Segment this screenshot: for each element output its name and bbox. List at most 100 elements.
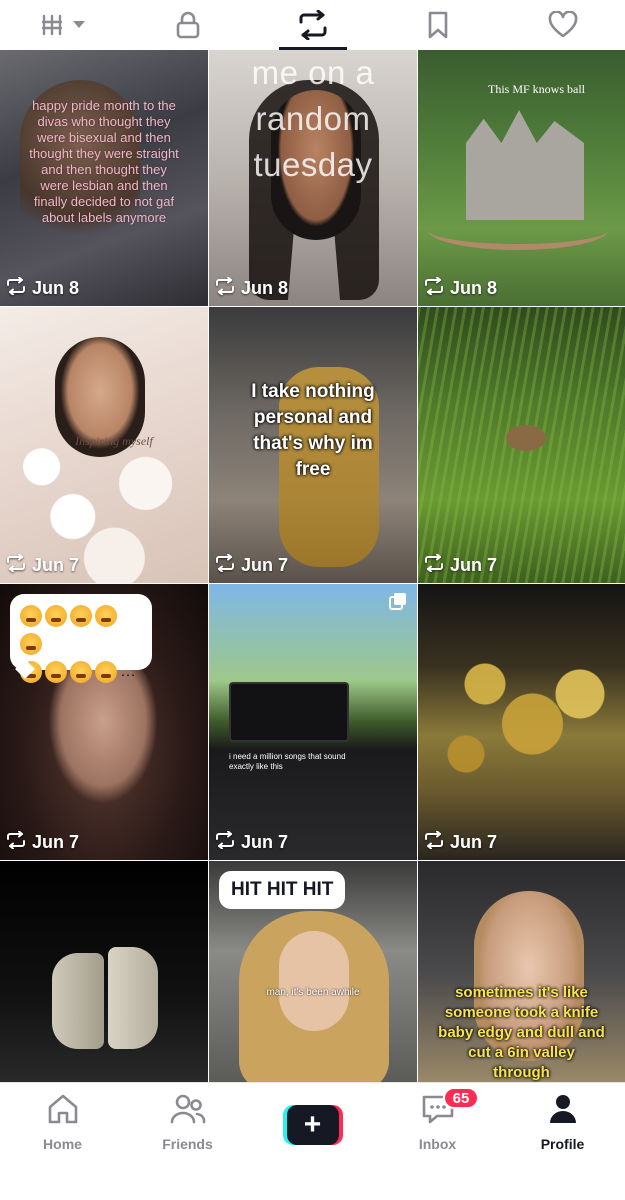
tired-face-emoji-icon [20,604,42,627]
comment-bubble: … [10,594,152,683]
video-meta: Jun 8 [424,276,498,300]
lock-icon [176,11,200,39]
nav-profile[interactable]: Profile [500,1083,625,1200]
video-tile[interactable]: Inspiring myself Jun 7 [0,307,208,583]
video-grid: happy pride month to the divas who thoug… [0,50,625,1082]
inbox-badge: 65 [443,1087,479,1109]
video-thumbnail: Inspiring myself [0,307,208,583]
nav-friends-label: Friends [162,1136,213,1152]
video-tile[interactable]: me on a random tuesday Jun 8 [209,50,417,306]
nav-profile-label: Profile [540,1136,585,1152]
bookmark-icon [427,11,449,39]
video-date: Jun 7 [32,832,80,852]
repost-icon [215,830,235,854]
video-tile[interactable]: Jun 7 [418,584,625,860]
repost-icon [6,830,26,854]
video-meta: Jun 8 [215,276,289,300]
tab-private[interactable] [125,0,250,50]
video-caption: This MF knows ball [487,82,585,96]
tab-reposts[interactable] [250,0,375,50]
grid-icon [41,14,67,36]
video-tile[interactable]: HIT HIT HIT man, it's been awhile [209,861,417,1082]
video-subcaption: man, it's been awhile [266,987,360,998]
multi-photo-icon [389,592,407,615]
tired-face-emoji-icon [20,660,42,683]
video-meta: Jun 7 [424,553,498,577]
plus-icon: + [286,1105,339,1145]
repost-icon [424,276,444,300]
video-tile[interactable]: i need a million songs that sound exactl… [209,584,417,860]
nav-inbox[interactable]: 65 Inbox [375,1083,500,1200]
video-tile[interactable]: happy pride month to the divas who thoug… [0,50,208,306]
nav-home[interactable]: Home [0,1083,125,1200]
video-thumbnail: me on a random tuesday [209,50,417,306]
heart-icon [548,11,578,39]
tired-face-emoji-icon [70,604,92,627]
video-tile[interactable] [0,861,208,1082]
nav-create[interactable]: + [250,1083,375,1200]
video-date: Jun 7 [241,832,289,852]
video-thumbnail [418,307,625,583]
nav-friends[interactable]: Friends [125,1083,250,1200]
video-tile[interactable]: … Jun 7 [0,584,208,860]
video-meta: Jun 8 [6,276,80,300]
profile-tab-bar [0,0,625,50]
video-thumbnail: … [0,584,208,860]
video-thumbnail: sometimes it's like someone took a knife… [418,861,625,1082]
video-tile[interactable]: sometimes it's like someone took a knife… [418,861,625,1082]
video-caption: I take nothing personal and that's why i… [251,381,375,480]
video-caption: happy pride month to the divas who thoug… [29,98,179,225]
comment-bubble: HIT HIT HIT [219,871,346,909]
video-meta: Jun 7 [215,830,289,854]
video-date: Jun 7 [241,555,289,575]
video-meta: Jun 7 [6,553,80,577]
repost-icon [6,276,26,300]
repost-icon [6,553,26,577]
video-thumbnail: happy pride month to the divas who thoug… [0,50,208,306]
video-thumbnail: HIT HIT HIT man, it's been awhile [209,861,417,1082]
video-caption: sometimes it's like someone took a knife… [438,984,605,1081]
video-tile[interactable]: Jun 7 [418,307,625,583]
video-tile[interactable]: I take nothing personal and that's why i… [209,307,417,583]
video-date: Jun 7 [32,555,80,575]
tired-face-emoji-icon [45,604,67,627]
video-thumbnail [418,584,625,860]
tired-face-emoji-icon [45,660,67,683]
tab-videos[interactable] [0,0,125,50]
video-tile[interactable]: This MF knows ball Jun 8 [418,50,625,306]
chevron-down-icon [72,20,85,30]
repost-icon [424,830,444,854]
bottom-nav: Home Friends + 65 Inbox Profile [0,1082,625,1200]
repost-icon [297,10,329,40]
tab-favorites[interactable] [375,0,500,50]
video-date: Jun 8 [450,278,498,298]
video-meta: Jun 7 [424,830,498,854]
video-meta: Jun 7 [6,830,80,854]
tired-face-emoji-icon [20,632,42,655]
home-icon [46,1093,80,1130]
repost-icon [215,553,235,577]
video-meta: Jun 7 [215,553,289,577]
tab-liked[interactable] [500,0,625,50]
video-thumbnail [0,861,208,1082]
tired-face-emoji-icon [70,660,92,683]
video-thumbnail: i need a million songs that sound exactl… [209,584,417,860]
create-button[interactable]: + [282,1105,343,1145]
video-caption: Inspiring myself [75,434,153,448]
video-date: Jun 7 [450,555,498,575]
tired-face-emoji-icon [95,604,117,627]
video-date: Jun 8 [241,278,289,298]
video-date: Jun 7 [450,832,498,852]
nav-home-label: Home [43,1136,82,1152]
friends-icon [170,1093,206,1130]
video-caption: … [120,663,136,680]
profile-icon [548,1093,578,1130]
nav-inbox-label: Inbox [418,1136,457,1152]
video-caption: i need a million songs that sound exactl… [229,752,346,771]
repost-icon [215,276,235,300]
tired-face-emoji-icon [95,660,117,683]
video-thumbnail: I take nothing personal and that's why i… [209,307,417,583]
video-date: Jun 8 [32,278,80,298]
repost-icon [424,553,444,577]
video-thumbnail: This MF knows ball [418,50,625,306]
